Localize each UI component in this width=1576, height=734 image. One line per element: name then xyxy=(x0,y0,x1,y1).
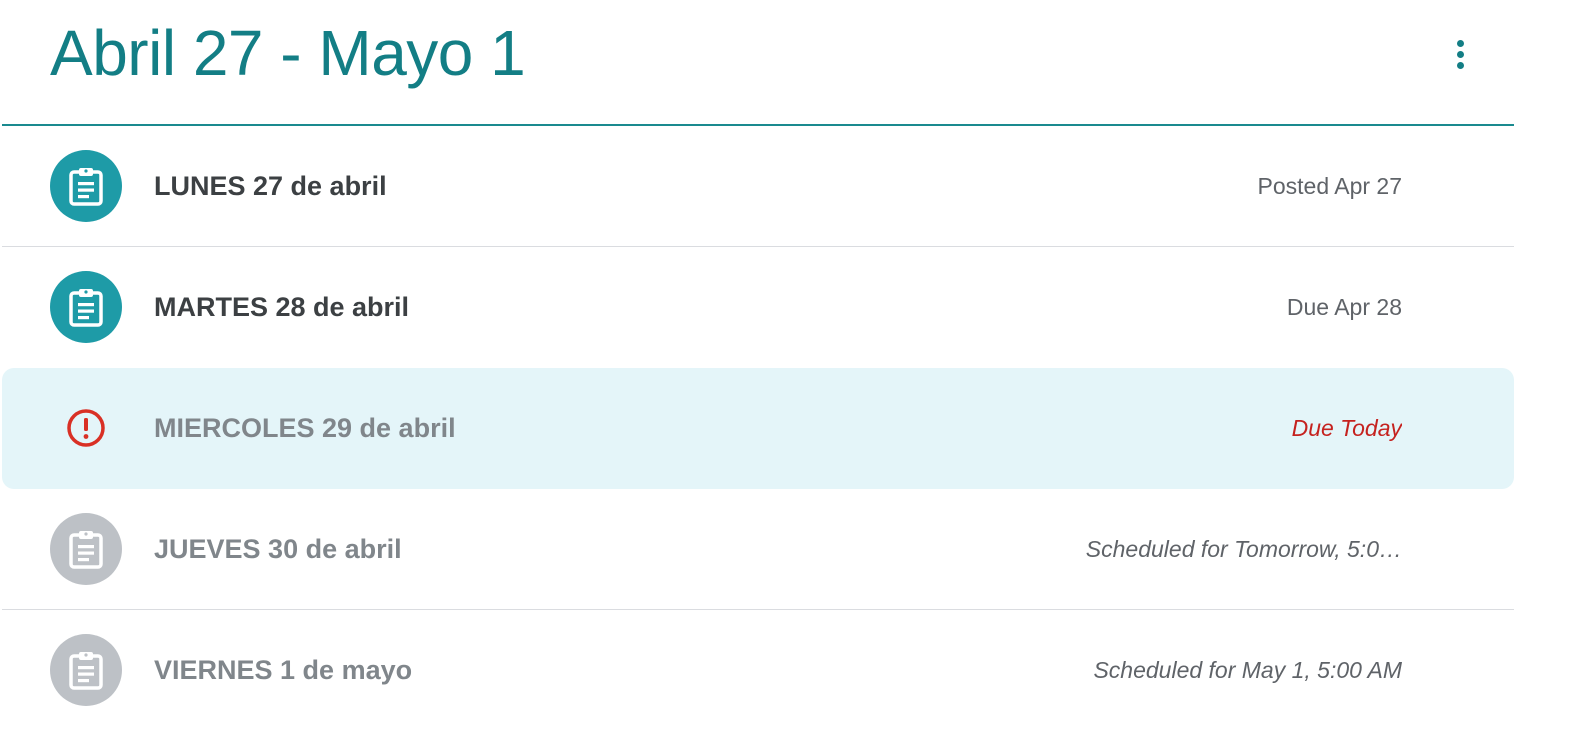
assignment-status: Due Apr 28 xyxy=(1286,294,1402,320)
assignment-row[interactable]: JUEVES 30 de abril Scheduled for Tomorro… xyxy=(2,489,1514,610)
assignment-row[interactable]: MARTES 28 de abril Due Apr 28 xyxy=(2,247,1514,368)
assignment-title: MIERCOLES 29 de abril xyxy=(154,413,456,443)
assignment-title: VIERNES 1 de mayo xyxy=(154,655,413,685)
more-options-button[interactable] xyxy=(1438,32,1482,76)
assignment-title: LUNES 27 de abril xyxy=(154,171,387,201)
topic-title: Abril 27 - Mayo 1 xyxy=(50,17,526,89)
assignment-title: MARTES 28 de abril xyxy=(154,292,410,322)
assignment-row-highlighted[interactable]: MIERCOLES 29 de abril Due Today xyxy=(2,368,1514,489)
assignment-icon xyxy=(50,271,122,343)
assignment-icon xyxy=(50,634,122,706)
assignment-title: JUEVES 30 de abril xyxy=(154,534,402,564)
assignment-icon xyxy=(50,513,122,585)
assignment-status: Scheduled for May 1, 5:00 AM xyxy=(1093,657,1402,683)
alert-icon xyxy=(50,392,122,464)
assignment-icon xyxy=(50,150,122,222)
assignment-status: Posted Apr 27 xyxy=(1257,173,1403,199)
more-vert-icon xyxy=(1456,39,1464,47)
assignment-row[interactable]: VIERNES 1 de mayo Scheduled for May 1, 5… xyxy=(2,610,1514,731)
assignment-list: LUNES 27 de abril Posted Apr 27 MARTES 2… xyxy=(2,126,1514,731)
assignment-status: Due Today xyxy=(1291,415,1402,441)
assignment-status: Scheduled for Tomorrow, 5:0… xyxy=(1085,536,1402,562)
topic-header: Abril 27 - Mayo 1 xyxy=(2,0,1514,126)
assignment-row[interactable]: LUNES 27 de abril Posted Apr 27 xyxy=(2,126,1514,247)
